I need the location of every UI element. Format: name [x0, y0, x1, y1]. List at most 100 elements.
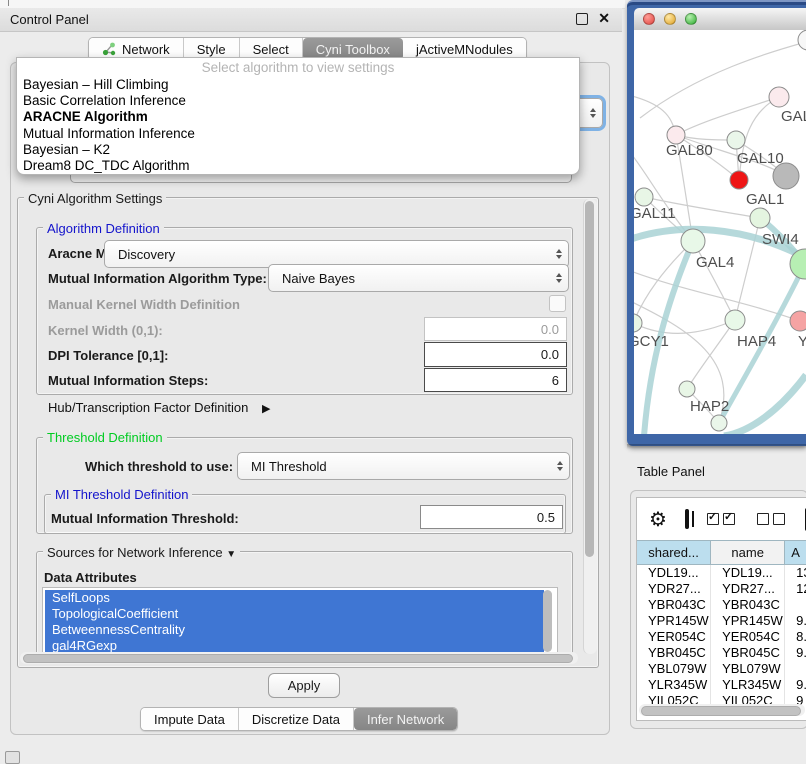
combo-stepper-icon[interactable]	[550, 249, 568, 259]
network-node-gal[interactable]	[769, 87, 789, 107]
settings-vscroll-thumb[interactable]	[585, 201, 594, 557]
network-edge[interactable]	[687, 320, 735, 389]
network-node-gal4[interactable]	[681, 229, 705, 253]
table-cell: YBL079W	[711, 661, 785, 677]
network-node[interactable]	[798, 30, 806, 50]
mi-type-combo[interactable]: Naive Bayes	[268, 264, 569, 292]
select-all-icon[interactable]	[707, 513, 739, 525]
bottom-tab-discretize-data[interactable]: Discretize Data	[239, 708, 354, 730]
network-node-y[interactable]	[790, 311, 806, 331]
dpi-tolerance-field[interactable]: 0.0	[424, 342, 567, 367]
table-cell	[785, 597, 806, 613]
attribute-item-topologicalcoefficient[interactable]: TopologicalCoefficient	[45, 606, 544, 622]
bottom-tab-impute-data[interactable]: Impute Data	[141, 708, 239, 730]
manual-kernel-label: Manual Kernel Width Definition	[48, 297, 240, 312]
table-row[interactable]: YER054CYER054C8.	[637, 629, 806, 645]
algorithm-option-bayesian-k2[interactable]: Bayesian – K2	[17, 142, 579, 158]
settings-hscroll-thumb[interactable]	[23, 654, 573, 663]
mi-type-label: Mutual Information Algorithm Type:	[48, 271, 267, 286]
algorithm-dropdown-popup: Select algorithm to view settingsBayesia…	[16, 57, 580, 175]
network-node-gal10[interactable]	[727, 131, 745, 149]
column-header-name[interactable]: name	[711, 541, 785, 564]
algorithm-option-mutual-information-inference[interactable]: Mutual Information Inference	[17, 126, 579, 142]
expanded-arrow-icon: ▼	[226, 549, 236, 560]
table-row[interactable]: YBR043CYBR043C	[637, 597, 806, 613]
combo-stepper-icon[interactable]	[551, 461, 569, 471]
mi-threshold-field[interactable]: 0.5	[420, 505, 563, 529]
table-toolbar: ⚙	[637, 498, 806, 540]
kernel-width-label: Kernel Width (0,1):	[48, 323, 163, 338]
table-cell: YBR043C	[637, 597, 711, 613]
deselect-all-icon[interactable]	[757, 513, 789, 525]
panel-corner-icon[interactable]	[5, 751, 20, 764]
combo-stepper-icon[interactable]	[584, 108, 602, 118]
combo-stepper-icon[interactable]	[550, 273, 568, 283]
apply-button[interactable]: Apply	[268, 673, 340, 698]
algorithm-definition-title: Algorithm Definition	[43, 221, 164, 236]
network-node-gal1[interactable]	[730, 171, 748, 189]
tab-cyni-toolbox-label: Cyni Toolbox	[316, 42, 390, 57]
mi-steps-field[interactable]: 6	[424, 368, 567, 392]
attribute-item-selfloops[interactable]: SelfLoops	[45, 590, 544, 606]
table-row[interactable]: YBL079WYBL079W	[637, 661, 806, 677]
float-window-icon[interactable]	[576, 13, 588, 25]
table-cell	[785, 661, 806, 677]
network-graph: GALGAL80GAL10GAL1GAL11SWI4GAL4GCY1HAP4YH…	[634, 30, 806, 434]
column-header-a[interactable]: A	[785, 541, 806, 564]
algorithm-option-basic-correlation-inference[interactable]: Basic Correlation Inference	[17, 93, 579, 109]
sources-toggle[interactable]: Sources for Network Inference ▼	[43, 545, 240, 560]
table-row[interactable]: YDR27...YDR27...12	[637, 581, 806, 597]
network-canvas[interactable]: GALGAL80GAL10GAL1GAL11SWI4GAL4GCY1HAP4YH…	[634, 30, 806, 434]
algorithm-option-dream8-dc-tdc-algorithm[interactable]: Dream8 DC_TDC Algorithm	[17, 158, 579, 174]
attribute-item-betweennesscentrality[interactable]: BetweennessCentrality	[45, 622, 544, 638]
table-row[interactable]: YPR145WYPR145W9.	[637, 613, 806, 629]
network-edge[interactable]	[676, 97, 779, 135]
close-traffic-light-icon[interactable]	[643, 13, 655, 25]
column-header-shared[interactable]: shared...	[637, 541, 711, 564]
node-label: GAL1	[746, 191, 784, 208]
bottom-tab-infer-network-label: Infer Network	[367, 712, 444, 727]
table-cell: YBL079W	[637, 661, 711, 677]
table-cell: 9.	[785, 677, 806, 693]
data-attributes-list[interactable]: SelfLoopsTopologicalCoefficientBetweenne…	[42, 587, 558, 660]
zoom-traffic-light-icon[interactable]	[685, 13, 697, 25]
network-edge-thick[interactable]	[724, 375, 806, 434]
network-node-swi4[interactable]	[750, 208, 770, 228]
network-edge[interactable]	[693, 241, 735, 320]
column-browser-icon[interactable]	[685, 509, 689, 529]
close-icon[interactable]: ✕	[598, 10, 610, 27]
table-hscroll-thumb[interactable]	[641, 706, 801, 716]
control-panel-titlebar: Control Panel ✕	[0, 8, 622, 32]
algorithm-option-aracne-algorithm[interactable]: ARACNE Algorithm	[17, 109, 579, 125]
kernel-width-field[interactable]: 0.0	[424, 317, 567, 341]
node-label: Y	[798, 333, 806, 350]
gear-icon[interactable]: ⚙	[649, 507, 667, 532]
aracne-mode-value: Discovery	[105, 247, 550, 262]
attributes-list-scrollbar[interactable]	[543, 590, 552, 652]
node-label: GAL11	[634, 205, 676, 222]
network-window-shadow	[627, 444, 806, 449]
table-row[interactable]: YDL19...YDL19...13	[637, 565, 806, 581]
network-node-gal11[interactable]	[635, 188, 653, 206]
network-node[interactable]	[773, 163, 799, 189]
network-node-hap4[interactable]	[725, 310, 745, 330]
network-edge[interactable]	[634, 270, 800, 321]
table-row[interactable]: YBR045CYBR045C9.	[637, 645, 806, 661]
bottom-tab-infer-network[interactable]: Infer Network	[354, 708, 457, 730]
algorithm-option-bayesian-hill-climbing[interactable]: Bayesian – Hill Climbing	[17, 77, 579, 93]
cyni-settings-title: Cyni Algorithm Settings	[24, 191, 166, 206]
table-row[interactable]: YLR345WYLR345W9.	[637, 677, 806, 693]
top-tick	[8, 0, 9, 6]
hub-definition-toggle[interactable]: Hub/Transcription Factor Definition ▶	[48, 400, 270, 415]
table-panel-title: Table Panel	[637, 464, 705, 479]
minimize-traffic-light-icon[interactable]	[664, 13, 676, 25]
network-node-gcy1[interactable]	[634, 314, 642, 332]
network-node[interactable]	[711, 415, 727, 431]
manual-kernel-checkbox[interactable]	[549, 295, 566, 312]
table-header-row: shared...nameA	[637, 540, 806, 565]
network-node-hap2[interactable]	[679, 381, 695, 397]
table-cell: YDR27...	[637, 581, 711, 597]
node-label: HAP2	[690, 398, 729, 415]
which-threshold-combo[interactable]: MI Threshold	[237, 452, 570, 480]
node-label: GAL80	[666, 142, 713, 159]
